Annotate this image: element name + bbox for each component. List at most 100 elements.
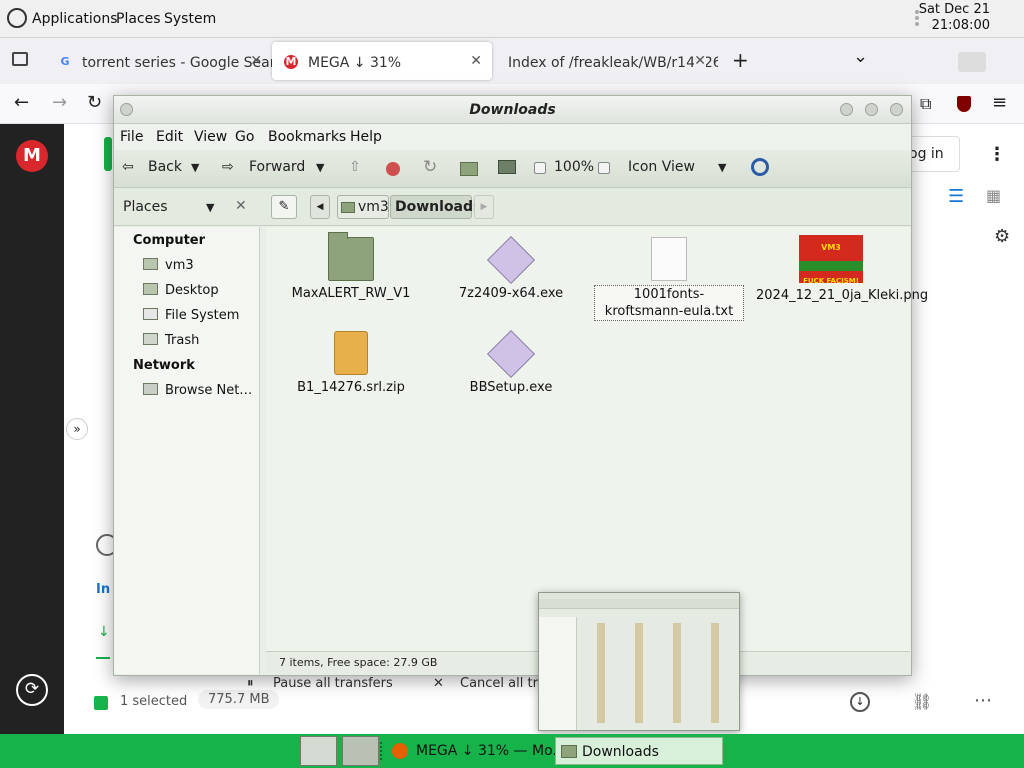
window-preview-thumbnail[interactable]	[538, 592, 740, 731]
taskbar-files[interactable]: Downloads	[555, 737, 723, 765]
window-button[interactable]	[958, 52, 986, 72]
file-item[interactable]: 7z2409-x64.exe	[436, 235, 586, 302]
tab-mega[interactable]: M MEGA ↓ 31% ✕	[272, 42, 492, 80]
edit-location-icon[interactable]: ✎	[271, 195, 297, 219]
sidebar-item-vm3[interactable]: vm3	[143, 258, 194, 273]
workspace-2[interactable]	[342, 736, 379, 766]
list-view-icon[interactable]: ☰	[948, 186, 964, 207]
places-dropdown-icon[interactable]: ▼	[206, 201, 214, 214]
extensions-icon[interactable]: ⧉	[920, 94, 931, 114]
selected-count: 1 selected	[120, 694, 188, 709]
forward-arrow-icon[interactable]: ⇨	[222, 159, 234, 175]
maximize-icon[interactable]	[865, 103, 878, 116]
sidebar-item-label: Trash	[165, 333, 200, 348]
menu-help[interactable]: Help	[350, 129, 382, 145]
menu-edit[interactable]: Edit	[156, 129, 183, 145]
back-dropdown-icon[interactable]: ▼	[191, 161, 199, 174]
clock[interactable]: Sat Dec 21 21:08:00	[919, 2, 990, 34]
executable-icon	[486, 235, 536, 285]
download-arrow-icon[interactable]: ↓	[850, 692, 870, 712]
system-menu[interactable]: System	[164, 11, 216, 27]
file-item[interactable]: B1_14276.srl.zip	[276, 331, 426, 396]
sidebar-item-trash[interactable]: Trash	[143, 333, 199, 348]
reload-icon[interactable]: ↻	[423, 157, 437, 177]
window-menu-icon[interactable]	[120, 103, 133, 116]
sidebar-item-browse-network[interactable]: Browse Net…	[143, 383, 252, 398]
zoom-out-icon[interactable]	[534, 162, 546, 174]
menu-bookmarks[interactable]: Bookmarks	[268, 129, 346, 145]
hamburger-menu-icon[interactable]: ≡	[992, 92, 1007, 113]
grid-view-icon[interactable]: ▦	[986, 186, 1001, 205]
reload-icon[interactable]: ↻	[87, 92, 102, 113]
places-menu[interactable]: Places	[116, 11, 161, 27]
breadcrumb-home[interactable]: vm3	[337, 195, 389, 219]
tab-index-freakleak[interactable]: Index of /freakleak/WB/r14726 ✕	[496, 42, 718, 80]
breadcrumb-home-label: vm3	[358, 199, 389, 215]
zoom-in-icon[interactable]	[598, 162, 610, 174]
sidebar-item-label: vm3	[165, 258, 194, 273]
sidebar-item-file-system[interactable]: File System	[143, 308, 239, 323]
menu-go[interactable]: Go	[235, 129, 254, 145]
selected-checkbox[interactable]	[94, 696, 108, 710]
clock-date: Sat Dec 21	[918, 2, 990, 17]
up-arrow-icon[interactable]: ⇧	[349, 159, 361, 175]
clock-time: 21:08:00	[931, 18, 990, 33]
view-mode-dropdown-icon[interactable]: ▼	[718, 161, 726, 174]
pause-all-transfers-button[interactable]: Pause all transfers	[273, 676, 393, 691]
mega-logo[interactable]: M	[16, 140, 48, 172]
breadcrumb-left-icon[interactable]: ◀	[310, 195, 330, 219]
distro-logo-icon[interactable]	[7, 8, 27, 28]
settings-gear-icon[interactable]: ⚙	[994, 226, 1010, 247]
file-item[interactable]: BBSetup.exe	[436, 329, 586, 396]
new-tab-button[interactable]: +	[732, 48, 749, 72]
link-icon[interactable]: ⛓	[912, 692, 932, 711]
forward-dropdown-icon[interactable]: ▼	[316, 161, 324, 174]
applications-menu[interactable]: Applications	[32, 11, 118, 27]
ublock-icon[interactable]	[957, 96, 971, 112]
breadcrumb-downloads[interactable]: Downloads	[390, 195, 481, 219]
workspace-1[interactable]	[300, 736, 337, 766]
back-button[interactable]: Back	[148, 159, 182, 175]
menu-view[interactable]: View	[194, 129, 227, 145]
home-icon[interactable]	[460, 162, 478, 176]
back-arrow-icon[interactable]: ←	[14, 92, 29, 113]
minimize-icon[interactable]	[840, 103, 853, 116]
close-tab-icon[interactable]: ✕	[250, 53, 262, 69]
tab-google-search[interactable]: G torrent series - Google Sear ✕	[46, 42, 272, 80]
close-sidebar-icon[interactable]: ✕	[235, 198, 247, 214]
back-arrow-icon[interactable]: ⇦	[122, 159, 134, 175]
file-item[interactable]: 1001fonts-kroftsmann-eula.txt	[594, 237, 744, 321]
drive-icon	[143, 308, 158, 320]
location-bar: Places ▼ ✕ ✎ ◀ vm3 Downloads ▶	[114, 188, 911, 226]
taskbar-firefox[interactable]: MEGA ↓ 31% — Mo...	[386, 737, 566, 765]
close-tab-icon[interactable]: ✕	[694, 53, 706, 69]
collapse-sidebar-icon[interactable]: »	[66, 418, 88, 440]
more-actions-icon[interactable]: ⋯	[974, 690, 992, 711]
window-titlebar[interactable]: Downloads	[114, 96, 911, 124]
tab-overview-icon[interactable]	[12, 52, 28, 66]
cancel-icon[interactable]: ✕	[433, 676, 444, 691]
in-tab[interactable]: In	[96, 582, 110, 597]
file-label: BBSetup.exe	[469, 380, 553, 395]
forward-arrow-icon[interactable]: →	[52, 92, 67, 113]
more-options-icon[interactable]: ⋮	[988, 144, 1006, 165]
toolbar: ⇦ Back ▼ ⇨ Forward ▼ ⇧ ↻ 100% Icon View …	[114, 150, 911, 188]
close-tab-icon[interactable]: ✕	[470, 53, 482, 69]
sync-icon[interactable]: ⟳	[16, 674, 48, 706]
download-tab-icon[interactable]: ↓	[98, 624, 110, 640]
cancel-all-transfers-button[interactable]: Cancel all tra	[460, 676, 546, 691]
file-item[interactable]: VM3 FUCK FACISM! 2024_12_21_0ja_Kleki.pn…	[756, 235, 928, 304]
view-mode-select[interactable]: Icon View	[628, 159, 695, 175]
pause-icon[interactable]: ⏸	[247, 676, 254, 691]
sidebar-item-desktop[interactable]: Desktop	[143, 283, 219, 298]
computer-icon[interactable]	[498, 160, 516, 174]
stop-icon[interactable]	[386, 162, 400, 176]
image-thumbnail-icon: VM3 FUCK FACISM!	[799, 235, 863, 285]
forward-button[interactable]: Forward	[249, 159, 305, 175]
menu-file[interactable]: File	[120, 129, 143, 145]
close-icon[interactable]	[890, 103, 903, 116]
tab-list-button[interactable]: ⌄	[853, 46, 868, 67]
file-item[interactable]: MaxALERT_RW_V1	[276, 232, 426, 302]
search-icon[interactable]	[751, 158, 769, 176]
breadcrumb-right-icon[interactable]: ▶	[474, 195, 494, 219]
